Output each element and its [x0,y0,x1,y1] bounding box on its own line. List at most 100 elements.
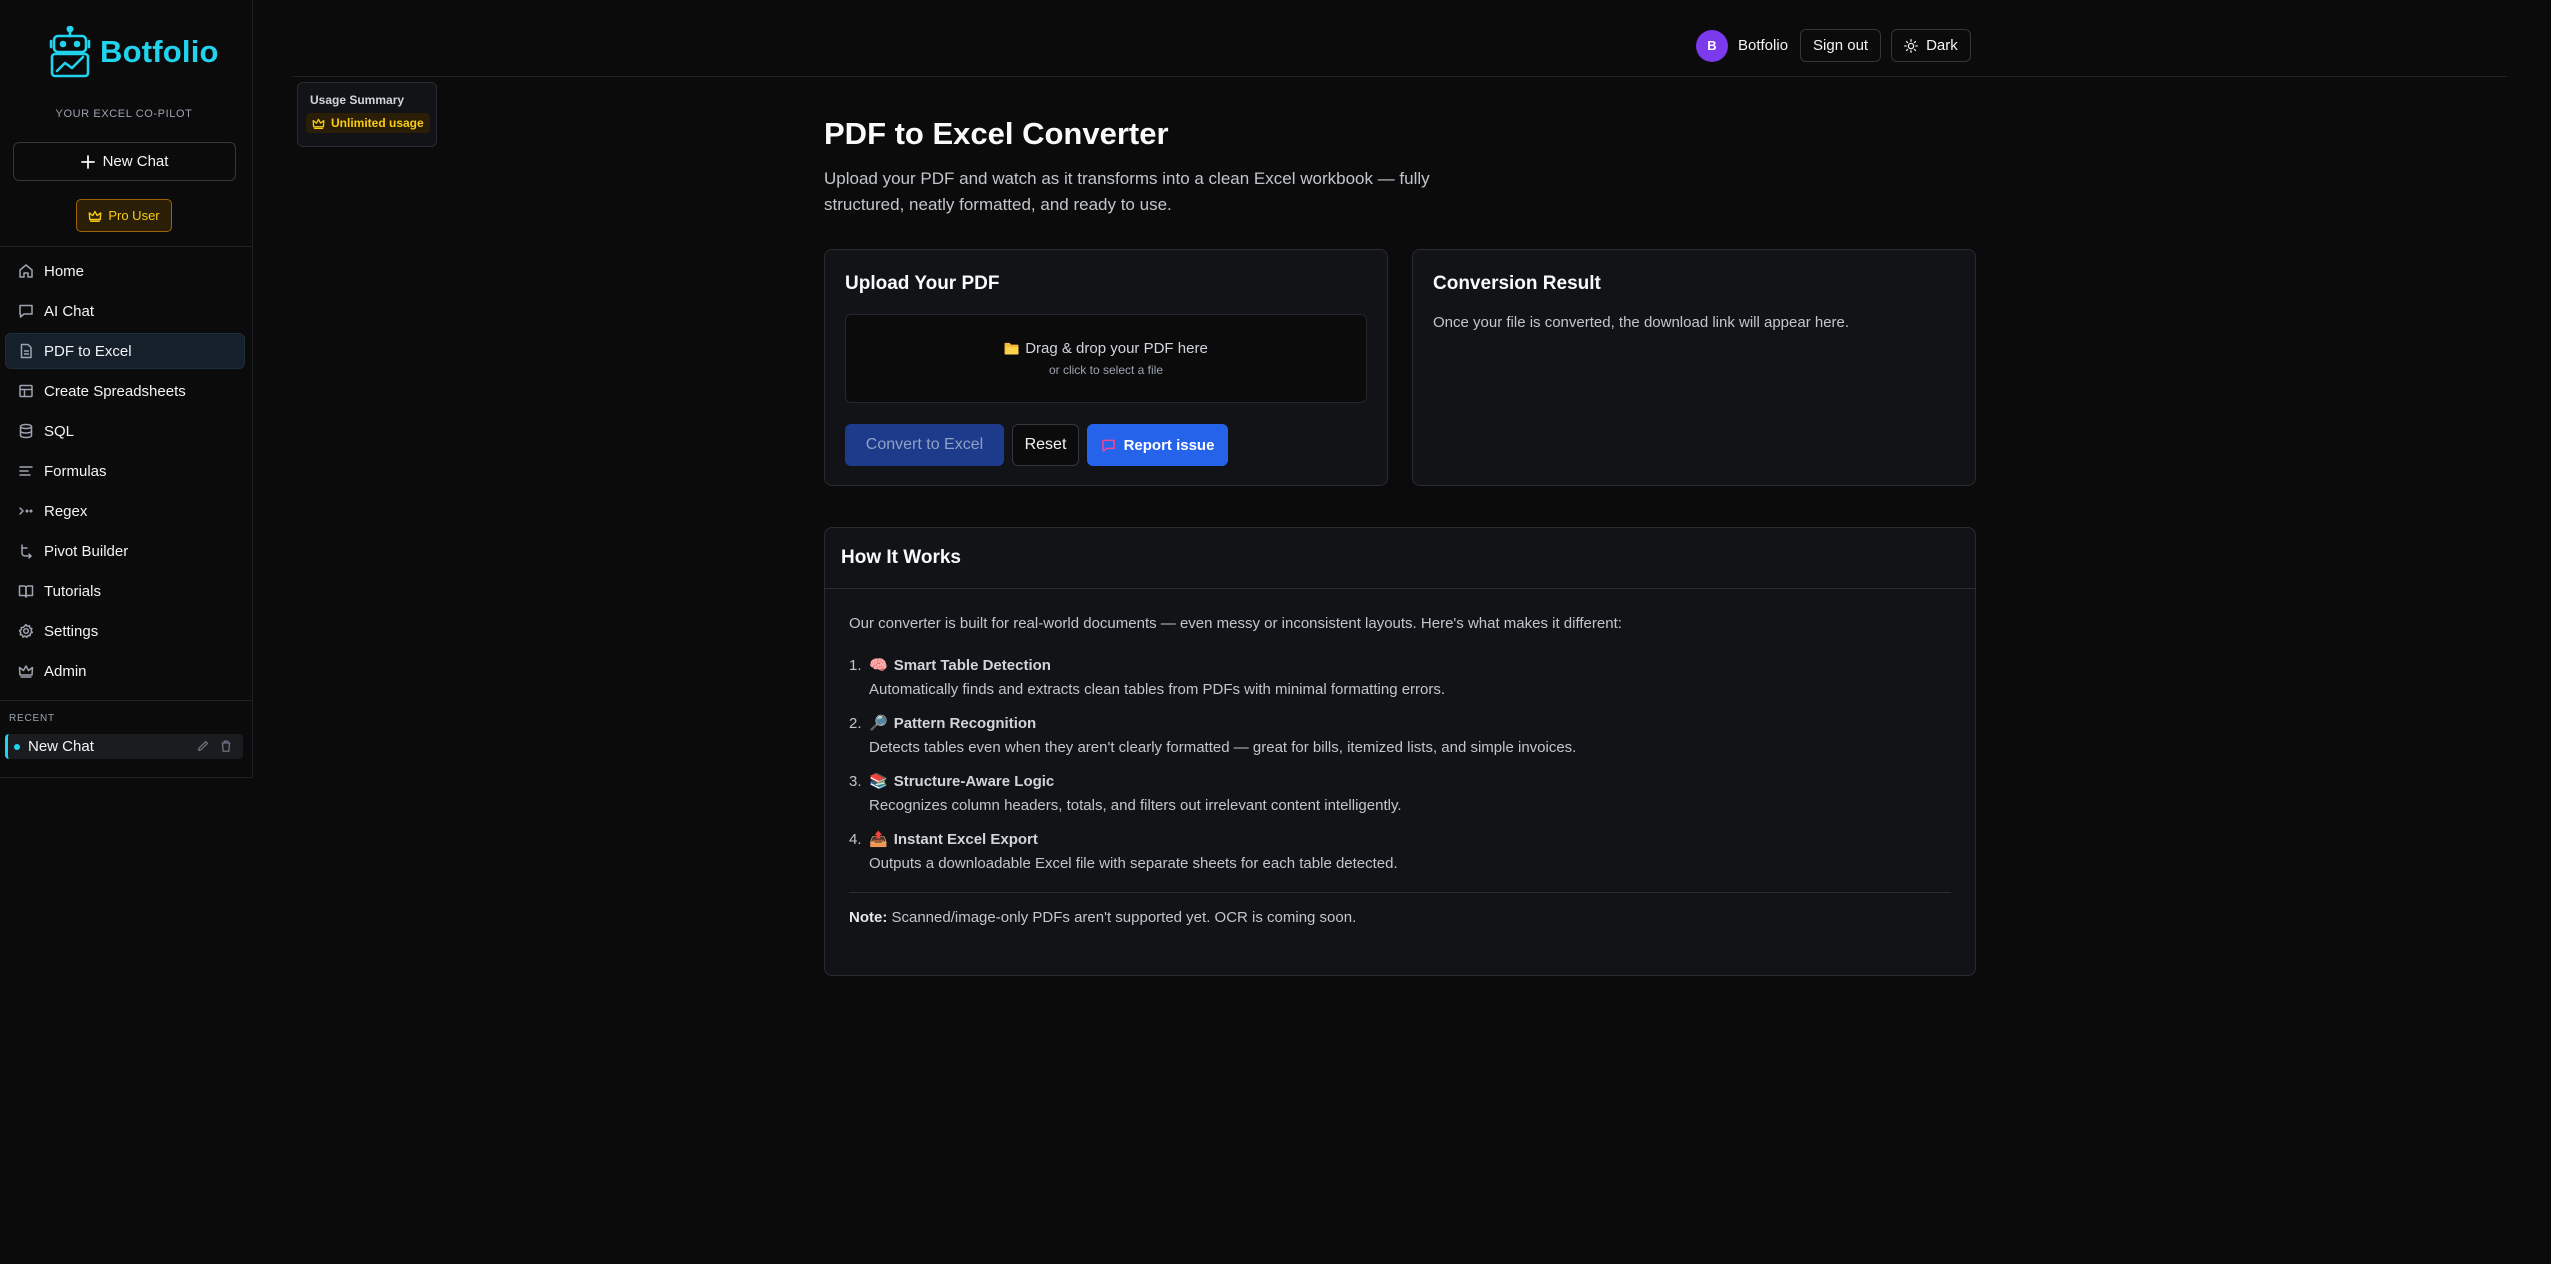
edit-icon[interactable] [196,739,210,753]
sidebar-item-label: AI Chat [44,302,95,320]
step-title: 🔎 Pattern Recognition [869,714,1576,733]
step-title: 🧠 Smart Table Detection [869,656,1445,675]
sidebar-item-label: Admin [44,662,87,680]
step-description: Outputs a downloadable Excel file with s… [869,855,1398,872]
recent-chat-label: New Chat [28,738,94,755]
crown-icon [18,663,34,679]
upload-card-title: Upload Your PDF [845,273,1000,294]
header-divider [292,76,2507,77]
note-label: Note: [849,909,888,926]
sidebar-item-home[interactable]: Home [5,253,245,289]
sun-icon [1904,38,1919,53]
how-it-works-title: How It Works [841,547,961,568]
result-placeholder: Once your file is converted, the downloa… [1433,314,1850,331]
user-name: Botfolio [1738,37,1789,54]
usage-status-label: Unlimited usage [331,116,424,130]
reset-button[interactable]: Reset [1012,424,1079,466]
step-number: 1. [849,657,862,674]
trash-icon[interactable] [219,739,233,753]
theme-toggle-button[interactable]: Dark [1891,29,1971,62]
conversion-result-card: Conversion Result Once your file is conv… [1412,249,1976,486]
feature-list: 1. 🧠 Smart Table Detection Automatically… [849,656,1951,873]
dropzone-hint: or click to select a file [1048,363,1164,377]
sidebar-divider [0,246,253,247]
step-number: 3. [849,773,862,790]
pro-user-badge: Pro User [76,199,172,232]
sidebar-nav: Home AI Chat PDF to Excel Create Spreads… [5,253,245,693]
pdf-dropzone[interactable]: Drag & drop your PDF here or click to se… [845,314,1367,403]
brand-logo[interactable]: Botfolio [48,26,219,78]
theme-label: Dark [1926,37,1958,54]
sidebar-item-ai-chat[interactable]: AI Chat [5,293,245,329]
sidebar-item-create-spreadsheets[interactable]: Create Spreadsheets [5,373,245,409]
step-title-text: Pattern Recognition [893,714,1037,732]
regex-icon [18,503,34,519]
step-number: 2. [849,715,862,732]
book-icon [18,583,34,599]
step-number: 4. [849,831,862,848]
sidebar-item-sql[interactable]: SQL [5,413,245,449]
sidebar-item-pdf-to-excel[interactable]: PDF to Excel [5,333,245,369]
sidebar-item-label: Regex [44,502,88,520]
formula-icon [18,463,34,479]
table-icon [18,383,34,399]
books-icon: 📚 [869,773,888,790]
avatar[interactable]: B [1696,29,1728,62]
recent-section-label: RECENT [9,713,55,724]
how-it-works-card: How It Works Our converter is built for … [824,527,1976,976]
message-icon [1101,438,1116,453]
new-chat-button[interactable]: New Chat [13,142,236,181]
sidebar-item-pivot-builder[interactable]: Pivot Builder [5,533,245,569]
page-subtitle: Upload your PDF and watch as it transfor… [824,169,1430,214]
list-item: 1. 🧠 Smart Table Detection Automatically… [849,656,1951,699]
result-card-title: Conversion Result [1433,273,1601,294]
dropzone-main-text: Drag & drop your PDF here [1004,340,1208,357]
magnifier-icon: 🔎 [869,715,888,732]
plus-icon [80,154,95,169]
pivot-icon [18,543,34,559]
step-title: 📤 Instant Excel Export [869,830,1398,849]
recent-chat-item[interactable]: New Chat [5,734,243,759]
sidebar-item-tutorials[interactable]: Tutorials [5,573,245,609]
step-description: Recognizes column headers, totals, and f… [869,797,1402,814]
robot-chart-icon [48,26,92,78]
database-icon [18,423,34,439]
convert-to-excel-button[interactable]: Convert to Excel [845,424,1004,466]
report-issue-button[interactable]: Report issue [1087,424,1228,466]
sidebar-item-label: Home [44,262,85,280]
step-description: Automatically finds and extracts clean t… [869,681,1446,698]
usage-title: Usage Summary [310,93,405,107]
brand-tagline: YOUR EXCEL CO-PILOT [55,108,193,120]
sidebar-item-settings[interactable]: Settings [5,613,245,649]
sidebar-item-label: Settings [44,622,99,640]
crown-icon [312,117,325,130]
brain-icon: 🧠 [869,657,888,674]
page-title: PDF to Excel Converter [824,116,1169,151]
list-item: 2. 🔎 Pattern Recognition Detects tables … [849,714,1951,757]
how-it-works-divider [849,892,1951,893]
sidebar: Botfolio YOUR EXCEL CO-PILOT New Chat Pr… [0,0,253,778]
chat-icon [18,303,34,319]
sidebar-item-label: Tutorials [44,582,101,600]
how-it-works-header: How It Works [825,528,1975,589]
upload-card: Upload Your PDF Drag & drop your PDF her… [824,249,1388,486]
sidebar-item-admin[interactable]: Admin [5,653,245,689]
sidebar-item-label: Create Spreadsheets [44,382,186,400]
sidebar-divider [0,700,253,701]
sign-out-button[interactable]: Sign out [1800,29,1882,62]
report-issue-label: Report issue [1123,436,1215,454]
home-icon [18,263,34,279]
outbox-icon: 📤 [869,831,888,848]
step-title-text: Instant Excel Export [893,830,1038,848]
usage-summary: Usage Summary Unlimited usage [297,82,437,147]
step-description: Detects tables even when they aren't cle… [869,739,1577,756]
sidebar-item-label: PDF to Excel [44,342,132,360]
step-title-text: Smart Table Detection [893,656,1051,674]
upload-actions: Convert to Excel Reset Report issue [845,424,1228,466]
folder-icon [1004,342,1019,355]
user-menu: B Botfolio Sign out Dark [1696,29,1971,62]
sidebar-item-formulas[interactable]: Formulas [5,453,245,489]
recent-actions [196,739,233,753]
sidebar-item-regex[interactable]: Regex [5,493,245,529]
gear-icon [18,623,34,639]
